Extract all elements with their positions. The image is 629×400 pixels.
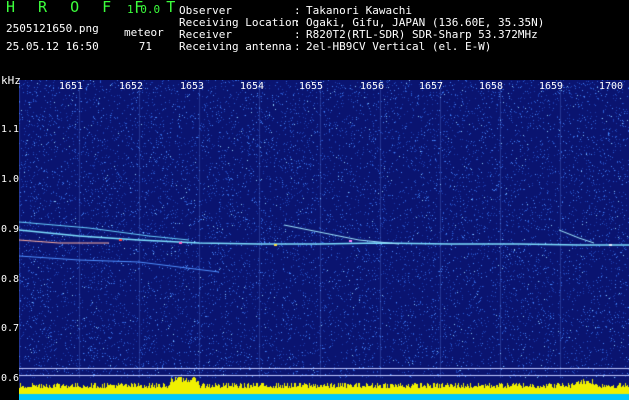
y-tick-label: 1.0 (1, 174, 20, 185)
x-tick-label: 1654 (240, 81, 265, 92)
antenna-value: 2el-HB9CV Vertical (el. E-W) (306, 40, 492, 53)
x-tick-label: 1700 (599, 81, 624, 92)
app-version: 1.0.0 (127, 3, 161, 16)
y-tick-label: 0.6 (1, 373, 20, 384)
x-tick-label: 1659 (539, 81, 564, 92)
y-axis-unit: kHz (1, 74, 21, 87)
meteor-label: meteor (124, 26, 164, 39)
x-tick-label: 1652 (119, 81, 144, 92)
y-tick-label: 0.9 (1, 224, 20, 235)
antenna-label: Receiving antenna (179, 40, 292, 53)
antenna-colon: : (294, 40, 301, 53)
x-tick-label: 1658 (479, 81, 504, 92)
y-tick-label: 0.7 (1, 323, 20, 334)
x-tick-label: 1656 (360, 81, 385, 92)
date-time: 25.05.12 16:50 (6, 40, 99, 53)
x-tick-label: 1655 (299, 81, 324, 92)
spectrogram (19, 80, 629, 400)
x-tick-label: 1651 (59, 81, 84, 92)
x-tick-label: 1657 (419, 81, 444, 92)
y-tick-label: 1.1 (1, 124, 20, 135)
meteor-count: 71 (138, 40, 152, 53)
hrofft-screen: H R O F F T 1.0.0 2505121650.png meteor … (0, 0, 629, 400)
file-name: 2505121650.png (6, 22, 99, 35)
y-tick-label: 0.8 (1, 274, 20, 285)
x-tick-label: 1653 (180, 81, 205, 92)
